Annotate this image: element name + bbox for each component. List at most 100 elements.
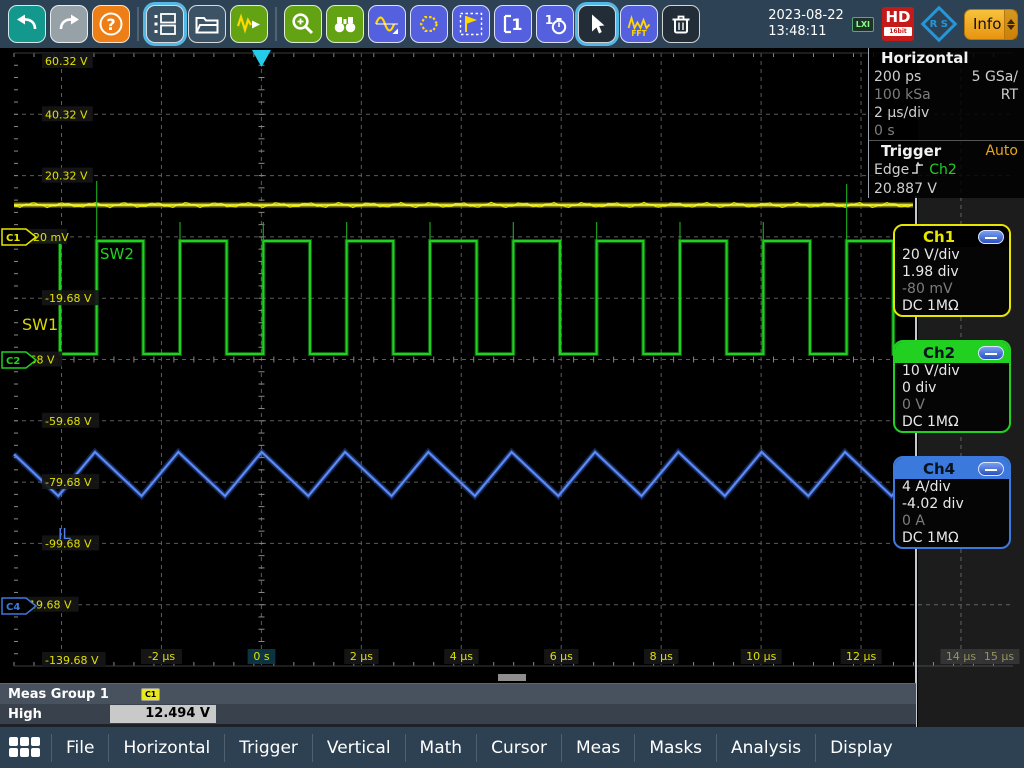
gen-icon — [236, 11, 262, 37]
scrollbar-thumb[interactable] — [498, 674, 526, 681]
measurement-button[interactable]: 1 — [494, 5, 532, 43]
menu-item-horizontal[interactable]: Horizontal — [109, 738, 224, 758]
rs-logo-icon: R S — [921, 6, 958, 43]
channel-setting: 10 V/div — [895, 363, 1009, 380]
time-scale: 2 µs/div — [874, 104, 929, 122]
channel-setting: DC 1MΩ — [895, 298, 1009, 315]
offset-marker-label: C1 — [6, 233, 20, 244]
date-label: 2023-08-22 — [768, 8, 844, 24]
menu-item-masks[interactable]: Masks — [635, 738, 716, 758]
mask-icon — [416, 11, 442, 37]
x-axis-label: 8 µs — [650, 650, 673, 663]
main-menu-bar: FileHorizontalTriggerVerticalMathCursorM… — [0, 727, 1024, 768]
channel-setting: -80 mV — [895, 281, 1009, 298]
file-open-button[interactable] — [188, 5, 226, 43]
y-axis-label: 40.32 V — [45, 108, 88, 121]
minimize-channel-button[interactable] — [978, 346, 1004, 360]
x-axis-label: 0 s — [253, 650, 269, 663]
acq-resolution: 200 ps — [874, 68, 921, 86]
menu-item-analysis[interactable]: Analysis — [717, 738, 815, 758]
svg-text:1: 1 — [545, 13, 553, 27]
offset-marker-label: C2 — [6, 356, 20, 367]
search-button[interactable] — [326, 5, 364, 43]
menu-item-file[interactable]: File — [52, 738, 108, 758]
help-icon: ? — [98, 11, 124, 37]
channel-badge-ch1[interactable]: Ch120 V/div1.98 div-80 mVDC 1MΩ — [893, 224, 1011, 317]
report-button[interactable] — [452, 5, 490, 43]
zoom-button[interactable] — [284, 5, 322, 43]
x-axis-label: 6 µs — [550, 650, 573, 663]
y-axis-label: -139.68 V — [45, 654, 99, 667]
meas-value-row[interactable]: High 12.494 V — [0, 704, 916, 724]
y-axis-label: 60.32 V — [45, 55, 88, 68]
dialogs-button[interactable] — [146, 5, 184, 43]
undo-button[interactable] — [8, 5, 46, 43]
annotation-il: IL — [58, 525, 71, 543]
redo-button[interactable] — [50, 5, 88, 43]
ch1-trace-core — [14, 204, 913, 206]
channel-setting: -4.02 div — [895, 496, 1009, 513]
info-spinner-icon[interactable] — [1004, 10, 1017, 39]
channel-badge-ch2[interactable]: Ch210 V/div0 div0 VDC 1MΩ — [893, 340, 1011, 433]
channel-setting: 0 V — [895, 397, 1009, 414]
fft-button[interactable]: FFT — [620, 5, 658, 43]
hd-mode-badge[interactable]: HD 16bit — [882, 7, 914, 41]
trigger-mode: Auto — [985, 142, 1018, 161]
channel-id-label: Ch4 — [900, 460, 978, 478]
rising-edge-icon — [911, 161, 927, 180]
svg-text:1: 1 — [511, 15, 522, 34]
svg-text:?: ? — [106, 15, 115, 34]
channel-id-label: Ch2 — [900, 344, 978, 362]
acq-mode: RT — [1001, 86, 1018, 104]
menu-item-cursor[interactable]: Cursor — [477, 738, 561, 758]
info-button[interactable]: Info — [964, 9, 1018, 40]
menu-item-display[interactable]: Display — [816, 738, 907, 758]
annotation-sw2: SW2 — [100, 245, 134, 263]
channel-badge-ch4[interactable]: Ch44 A/div-4.02 div0 ADC 1MΩ — [893, 456, 1011, 549]
menu-item-math[interactable]: Math — [406, 738, 477, 758]
mask-test-button[interactable] — [410, 5, 448, 43]
menu-item-trigger[interactable]: Trigger — [225, 738, 312, 758]
meas-group-label: Meas Group 1 — [0, 687, 109, 702]
sample-rate: 5 GSa/ — [972, 68, 1018, 86]
channel-id-label: Ch1 — [900, 228, 978, 246]
timing-measure-button[interactable]: 1 — [536, 5, 574, 43]
folder-icon — [194, 11, 220, 37]
horizontal-panel-title[interactable]: Horizontal — [869, 48, 1024, 68]
reference-waveform-button[interactable] — [368, 5, 406, 43]
svg-text:FFT: FFT — [631, 29, 647, 37]
minimize-channel-button[interactable] — [978, 462, 1004, 476]
y-axis-label: -79.68 V — [45, 476, 92, 489]
delete-button[interactable] — [662, 5, 700, 43]
trigger-level: 20.887 V — [874, 180, 937, 198]
menu-item-vertical[interactable]: Vertical — [313, 738, 405, 758]
channel-badge-header[interactable]: Ch4 — [895, 458, 1009, 479]
meas-name: High — [0, 707, 110, 722]
datetime: 2023-08-22 13:48:11 — [768, 8, 844, 40]
menu-item-meas[interactable]: Meas — [562, 738, 634, 758]
meas-group-row[interactable]: Meas Group 1 C1 — [0, 683, 916, 704]
channel-badge-header[interactable]: Ch2 — [895, 342, 1009, 363]
meas-source-badge: C1 — [141, 688, 160, 701]
fft-icon: FFT — [626, 11, 652, 37]
channel-setting: 4 A/div — [895, 479, 1009, 496]
horizontal-trigger-panel[interactable]: Horizontal 200 ps 5 GSa/ 100 kSa RT 2 µs… — [868, 48, 1024, 198]
zoom-icon — [290, 11, 316, 37]
y-axis-label: 20.32 V — [45, 170, 88, 183]
measurement-results-bar[interactable]: Meas Group 1 C1 High 12.494 V — [0, 683, 916, 727]
waveform-generator-button[interactable] — [230, 5, 268, 43]
select-cursor-button[interactable] — [578, 5, 616, 43]
channel-setting: 0 A — [895, 513, 1009, 530]
toolbar-separator — [137, 7, 139, 41]
minimize-channel-button[interactable] — [978, 230, 1004, 244]
trigger-panel-title[interactable]: Trigger Auto — [869, 140, 1024, 161]
x-axis-label: 2 µs — [350, 650, 373, 663]
toolbar-separator — [275, 7, 277, 41]
time-label: 13:48:11 — [768, 24, 844, 40]
help-button[interactable]: ? — [92, 5, 130, 43]
channel-setting: DC 1MΩ — [895, 414, 1009, 431]
x-axis-label: 10 µs — [746, 650, 776, 663]
apps-grid-icon[interactable] — [9, 737, 41, 759]
trigger-source: Ch2 — [929, 161, 957, 180]
channel-badge-header[interactable]: Ch1 — [895, 226, 1009, 247]
